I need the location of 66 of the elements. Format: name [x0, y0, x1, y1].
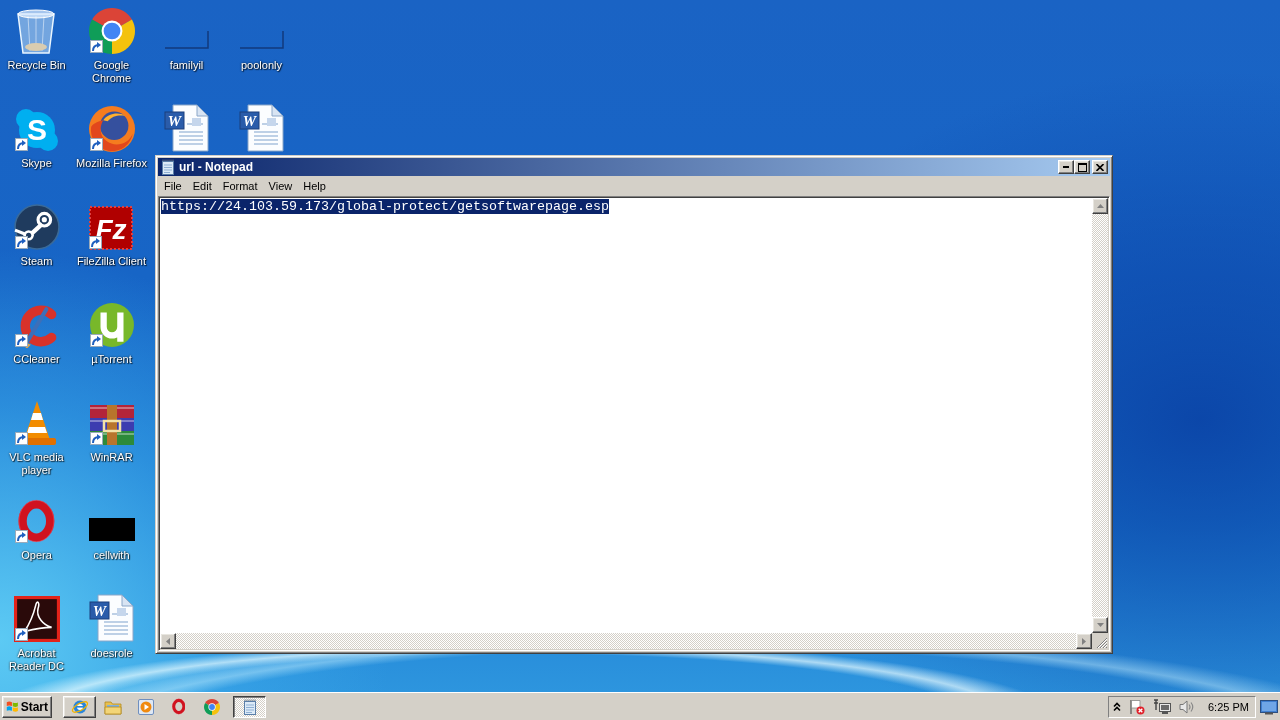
thumbnail-icon: [88, 518, 135, 541]
desktop-shortcut[interactable]: WinRAR: [87, 398, 136, 464]
notepad-icon: [160, 159, 176, 175]
clock[interactable]: 6:25 PM: [1208, 700, 1249, 713]
media-player-icon: [137, 698, 154, 715]
start-button[interactable]: Start: [2, 695, 52, 718]
horizontal-scrollbar[interactable]: [160, 633, 1092, 649]
utorrent-logo-icon: [88, 302, 135, 348]
blank-thumbnail-icon: [239, 31, 284, 49]
scroll-down-button[interactable]: [1092, 617, 1108, 633]
desktop-shortcut[interactable]: Recycle Bin: [7, 6, 66, 72]
scroll-left-button[interactable]: [160, 633, 176, 649]
folder-icon: [103, 698, 122, 715]
desktop-shortcut[interactable]: CCleaner: [12, 300, 61, 366]
quick-launch-button[interactable]: [63, 695, 96, 718]
menu-item[interactable]: View: [263, 177, 298, 195]
firefox-logo-icon: [88, 106, 135, 152]
opera-logo-icon: [171, 698, 186, 715]
scroll-up-button[interactable]: [1092, 198, 1108, 214]
steam-logo-icon: [13, 204, 60, 250]
menu-item[interactable]: File: [159, 177, 187, 195]
menu-item[interactable]: Help: [298, 177, 331, 195]
size-grip-icon[interactable]: [1096, 637, 1108, 649]
desktop-shortcut[interactable]: Steam: [12, 202, 61, 268]
desktop-shortcut[interactable]: Fz FileZilla Client: [76, 202, 147, 268]
desktop-shortcut[interactable]: W doesrole: [87, 594, 136, 660]
minimize-button[interactable]: [1058, 160, 1074, 174]
maximize-button[interactable]: [1074, 160, 1090, 174]
vertical-scrollbar[interactable]: [1092, 198, 1108, 633]
window-title: url - Notepad: [179, 159, 254, 175]
acrobat-logo-icon: [13, 596, 60, 642]
right-arrow-icon: [1082, 637, 1086, 645]
minimize-icon: [1063, 166, 1069, 168]
down-arrow-icon: [1096, 623, 1104, 627]
chrome-logo-icon: [203, 698, 220, 715]
desktop-shortcut[interactable]: Google Chrome: [74, 6, 149, 85]
maximize-icon: [1077, 162, 1087, 172]
flag-error-icon[interactable]: [1129, 698, 1145, 715]
desktop-shortcut[interactable]: familyil: [162, 6, 211, 72]
taskbar-window-button[interactable]: [233, 695, 266, 718]
book-stack-icon: [88, 404, 135, 446]
chevron-up-icon[interactable]: [1113, 701, 1121, 712]
up-arrow-icon: [1096, 204, 1104, 208]
menu-item[interactable]: Edit: [187, 177, 217, 195]
desktop-shortcut[interactable]: µTorrent: [87, 300, 136, 366]
notepad-icon: [241, 698, 258, 715]
show-desktop-icon[interactable]: [1260, 698, 1278, 715]
desktop-shortcut[interactable]: poolonly: [237, 6, 286, 72]
left-arrow-icon: [166, 637, 170, 645]
recycle-bin-icon: [16, 6, 57, 54]
internet-explorer-icon: [70, 698, 89, 715]
desktop-shortcut[interactable]: VLC media player: [0, 398, 74, 477]
desktop-shortcut[interactable]: Mozilla Firefox: [76, 104, 147, 170]
scroll-right-button[interactable]: [1076, 633, 1092, 649]
speaker-icon[interactable]: [1179, 698, 1195, 715]
close-button[interactable]: [1092, 160, 1108, 174]
selected-text: https://24.103.59.173/global-protect/getsoftwarepage.esp: [161, 199, 609, 214]
opera-logo-icon: [18, 498, 55, 544]
filezilla-logo-icon: Fz: [89, 206, 134, 250]
menu-item[interactable]: Format: [217, 177, 263, 195]
chrome-logo-icon: [88, 8, 135, 54]
network-icon[interactable]: [1153, 698, 1171, 715]
close-icon: [1096, 163, 1104, 171]
windows-flag-icon: [6, 699, 19, 714]
desktop-shortcut[interactable]: S Skype: [12, 104, 61, 170]
blank-thumbnail-icon: [164, 31, 209, 49]
